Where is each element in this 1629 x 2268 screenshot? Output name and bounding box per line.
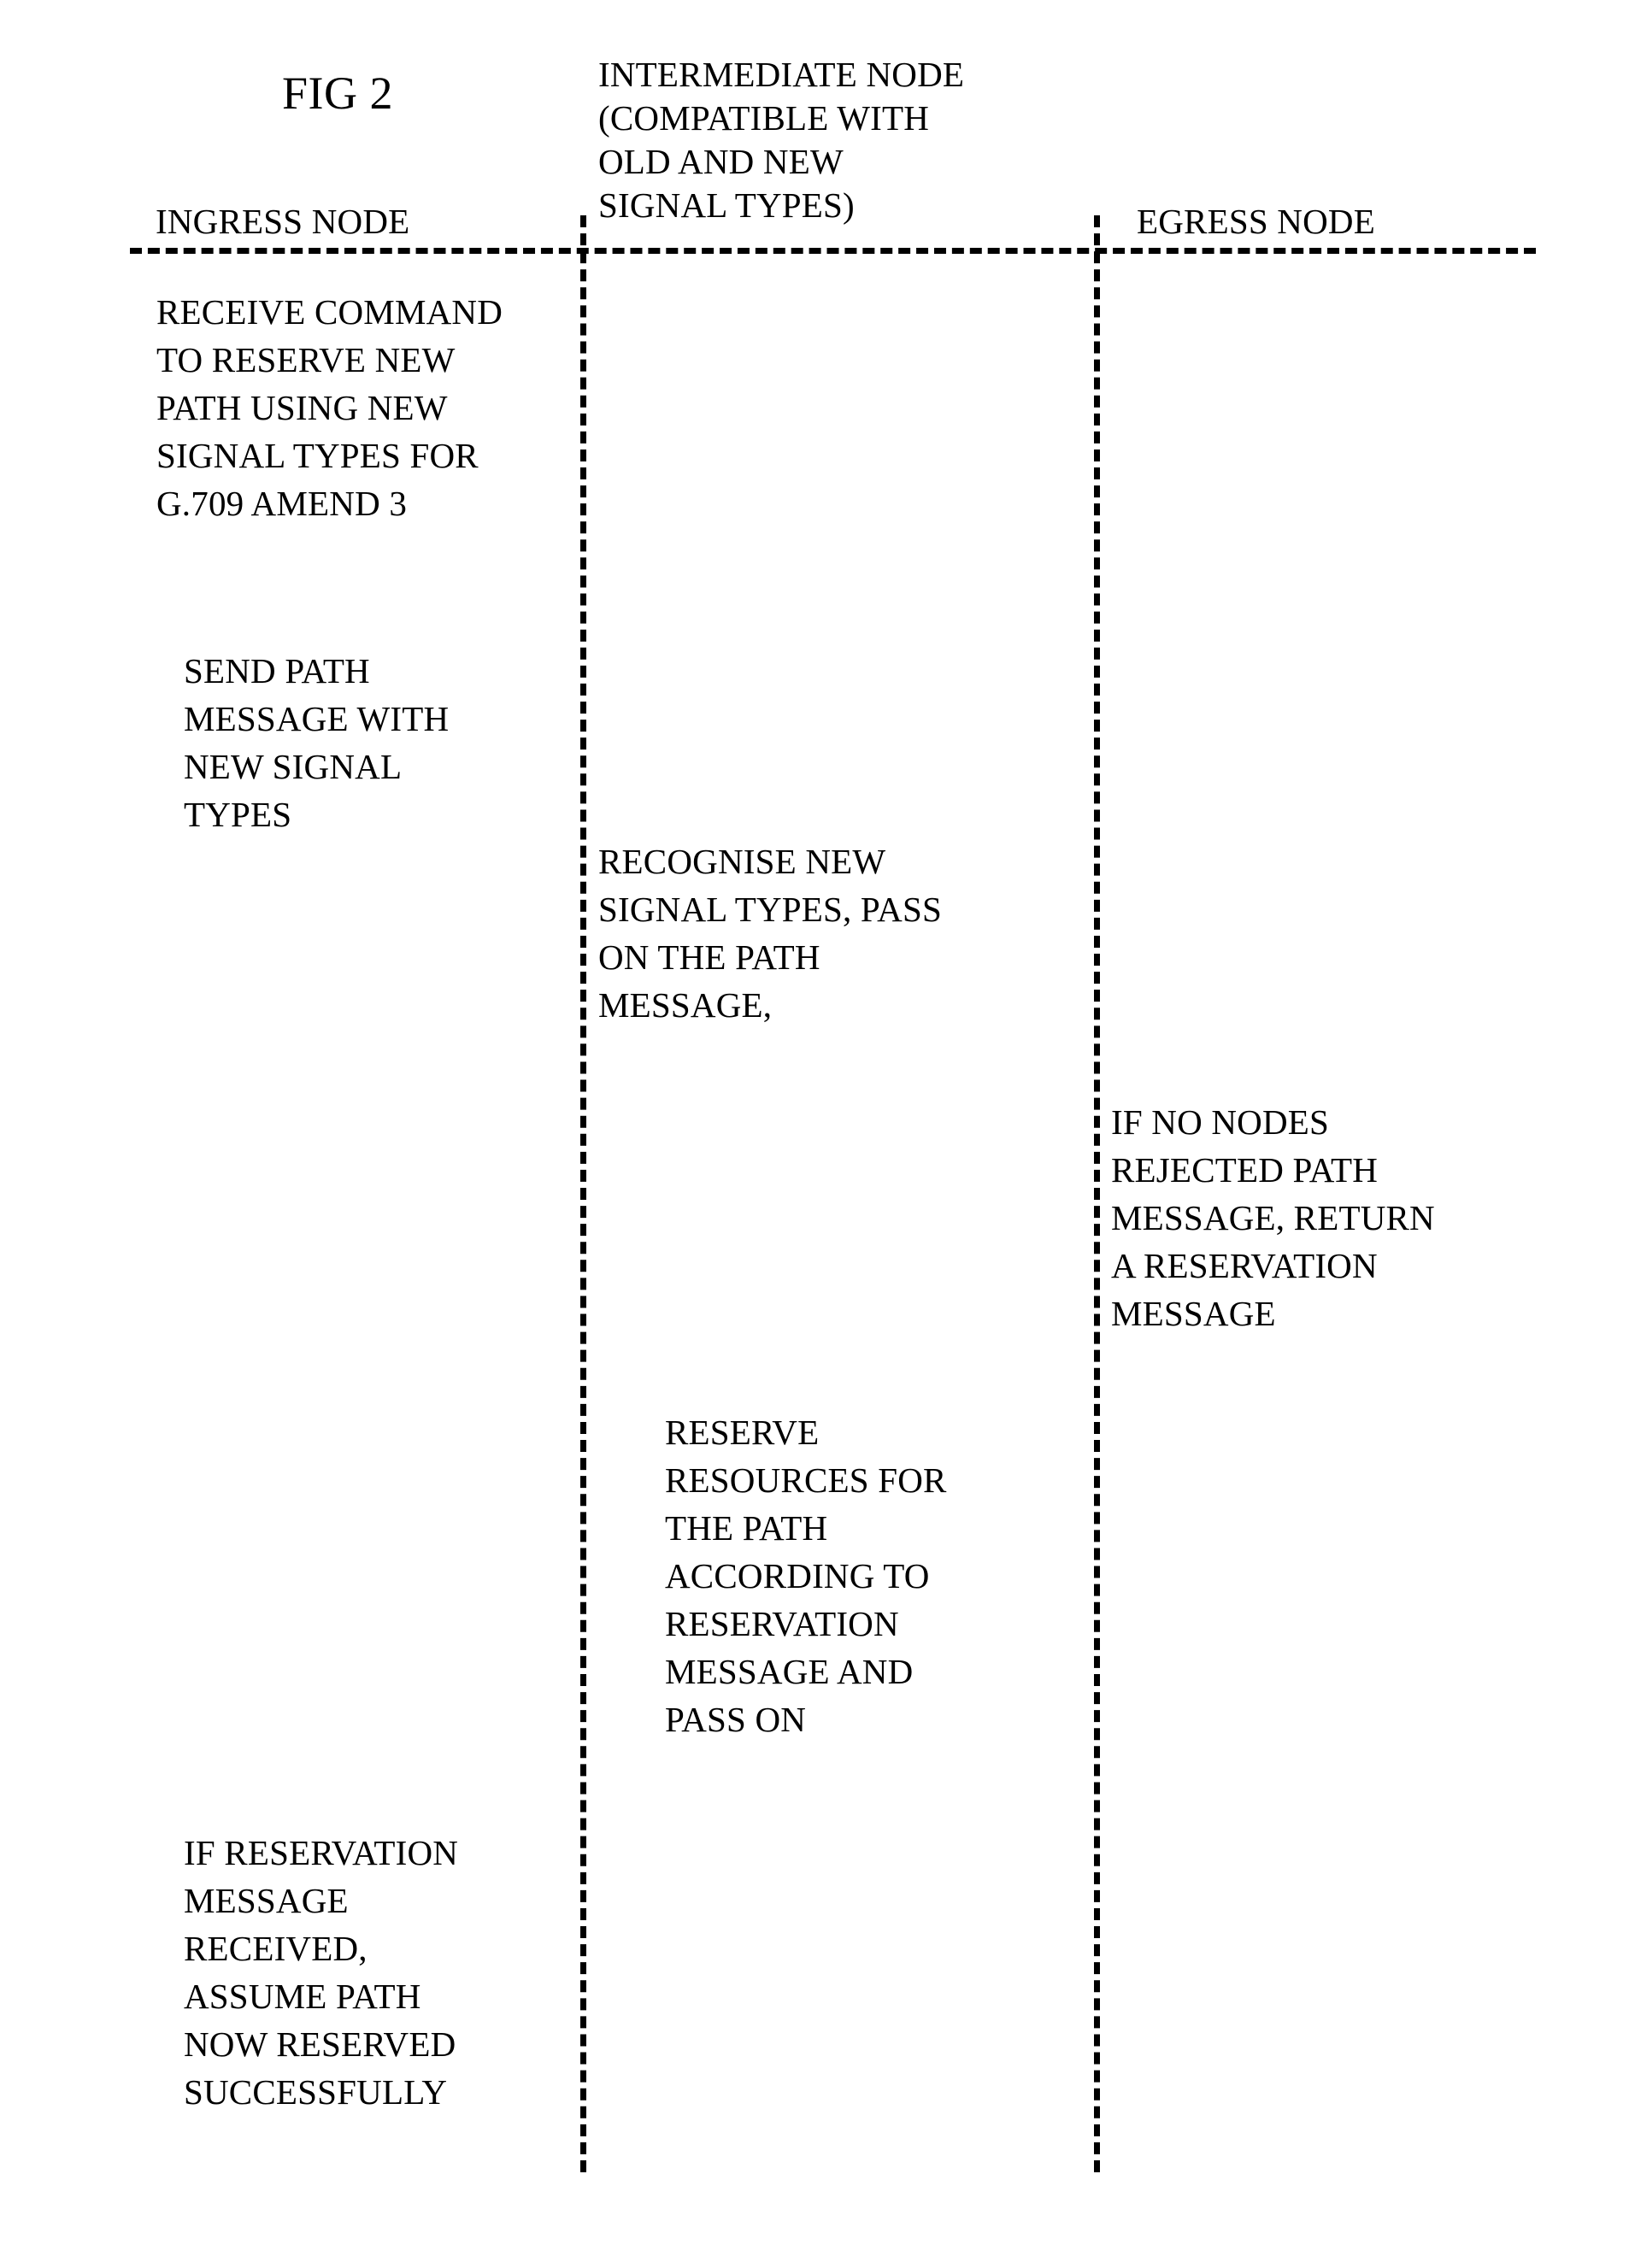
step-line: SEND PATH bbox=[184, 651, 370, 690]
step-line: NOW RESERVED bbox=[184, 2024, 456, 2064]
step-line: ASSUME PATH bbox=[184, 1977, 421, 2016]
step-line: TO RESERVE NEW bbox=[156, 340, 456, 379]
step-line: PASS ON bbox=[665, 1700, 807, 1739]
step-line: MESSAGE WITH bbox=[184, 699, 450, 738]
vertical-dashed-divider-intermediate-egress bbox=[1094, 215, 1100, 2172]
step-line: MESSAGE bbox=[1111, 1294, 1276, 1333]
horizontal-dashed-divider bbox=[130, 248, 1536, 254]
step-line: G.709 AMEND 3 bbox=[156, 484, 408, 523]
step-line: IF RESERVATION bbox=[184, 1833, 459, 1872]
step-recognise-new-signal-types: RECOGNISE NEW SIGNAL TYPES, PASS ON THE … bbox=[598, 837, 1060, 1029]
lane-header-ingress-node: INGRESS NODE bbox=[156, 200, 557, 244]
lane-header-line: (COMPATIBLE WITH bbox=[598, 98, 930, 138]
step-line: RESOURCES FOR bbox=[665, 1460, 947, 1500]
step-line: MESSAGE, RETURN bbox=[1111, 1198, 1435, 1237]
lane-header-line: EGRESS NODE bbox=[1137, 202, 1375, 241]
lane-header-intermediate-node: INTERMEDIATE NODE (COMPATIBLE WITH OLD A… bbox=[598, 53, 1077, 227]
lane-header-line: INTERMEDIATE NODE bbox=[598, 55, 965, 94]
lane-header-line: SIGNAL TYPES) bbox=[598, 185, 855, 225]
step-line: PATH USING NEW bbox=[156, 388, 448, 427]
lane-header-line: INGRESS NODE bbox=[156, 202, 410, 241]
step-reserve-resources-for-path: RESERVE RESOURCES FOR THE PATH ACCORDING… bbox=[665, 1408, 1067, 1743]
patent-figure-canvas: FIG 2 INGRESS NODE INTERMEDIATE NODE (CO… bbox=[0, 0, 1629, 2268]
step-line: A RESERVATION bbox=[1111, 1246, 1378, 1285]
step-line: MESSAGE AND bbox=[665, 1652, 914, 1691]
lane-header-line: OLD AND NEW bbox=[598, 142, 844, 181]
step-line: ON THE PATH bbox=[598, 937, 820, 977]
step-line: SIGNAL TYPES, PASS bbox=[598, 890, 942, 929]
step-if-reservation-message-received: IF RESERVATION MESSAGE RECEIVED, ASSUME … bbox=[184, 1829, 611, 2116]
step-line: NEW SIGNAL bbox=[184, 747, 403, 786]
step-line: REJECTED PATH bbox=[1111, 1150, 1379, 1190]
step-line: MESSAGE, bbox=[598, 985, 773, 1025]
step-line: MESSAGE bbox=[184, 1881, 349, 1920]
step-line: IF NO NODES bbox=[1111, 1102, 1330, 1142]
step-line: RECEIVED, bbox=[184, 1929, 368, 1968]
figure-title: FIG 2 bbox=[282, 68, 394, 119]
step-line: SUCCESSFULLY bbox=[184, 2072, 448, 2112]
step-line: SIGNAL TYPES FOR bbox=[156, 436, 479, 475]
step-line: ACCORDING TO bbox=[665, 1556, 930, 1595]
step-line: RESERVE bbox=[665, 1413, 820, 1452]
step-line: THE PATH bbox=[665, 1508, 828, 1548]
step-receive-command: RECEIVE COMMAND TO RESERVE NEW PATH USIN… bbox=[156, 288, 601, 527]
step-send-path-message: SEND PATH MESSAGE WITH NEW SIGNAL TYPES bbox=[184, 647, 611, 838]
step-if-no-nodes-rejected-path-message: IF NO NODES REJECTED PATH MESSAGE, RETUR… bbox=[1111, 1098, 1538, 1337]
step-line: TYPES bbox=[184, 795, 292, 834]
lane-header-egress-node: EGRESS NODE bbox=[1137, 200, 1530, 244]
step-line: RESERVATION bbox=[665, 1604, 899, 1643]
step-line: RECOGNISE NEW bbox=[598, 842, 886, 881]
step-line: RECEIVE COMMAND bbox=[156, 292, 503, 332]
